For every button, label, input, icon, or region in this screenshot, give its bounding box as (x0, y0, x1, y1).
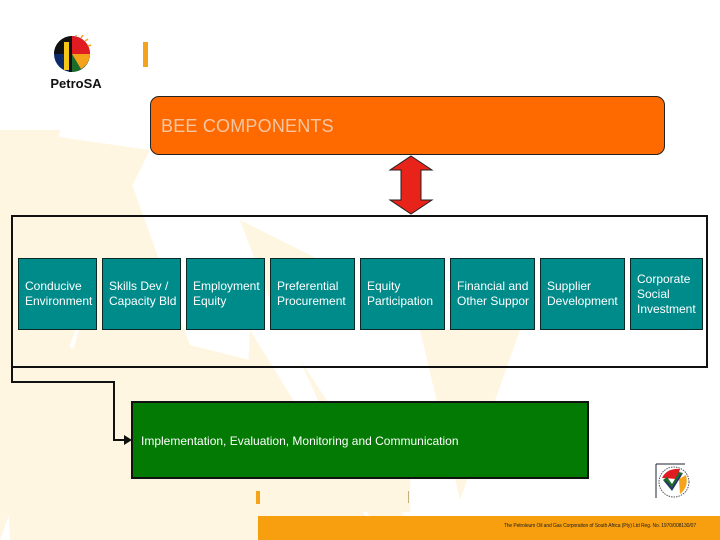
component-label: Supplier (547, 279, 592, 293)
title-accent-bar (143, 42, 148, 67)
component-label: Corporate (637, 271, 691, 286)
component-label: Environment (25, 294, 93, 308)
component-label: Capacity Bld (109, 294, 177, 308)
component-label: Other Suppor (457, 294, 530, 308)
component-label: Social (637, 286, 670, 301)
footer-bar: The Petroleum Oil and Gas Corporation of… (258, 516, 720, 540)
component-label: Equity (367, 279, 401, 293)
component-tile[interactable]: Corporate Social Investment (630, 258, 703, 330)
component-tile[interactable]: Financial and Other Suppor (450, 258, 535, 330)
component-label: Preferential (277, 279, 339, 293)
component-tile[interactable]: Preferential Procurement (270, 258, 355, 330)
component-label: Equity (193, 294, 227, 308)
connector-line (11, 368, 13, 382)
connector-line (113, 381, 115, 441)
component-label: Procurement (277, 294, 346, 308)
component-tile[interactable]: Employment Equity (186, 258, 265, 330)
component-tile[interactable]: Skills Dev / Capacity Bld (102, 258, 181, 330)
petrosa-logo-icon (54, 32, 92, 72)
implementation-label: Implementation, Evaluation, Monitoring a… (141, 434, 459, 448)
component-label: Employment (193, 279, 260, 293)
implementation-box[interactable]: Implementation, Evaluation, Monitoring a… (131, 401, 589, 479)
component-tile[interactable]: Supplier Development (540, 258, 625, 330)
footer-text: The Petroleum Oil and Gas Corporation of… (503, 523, 696, 529)
double-arrow-icon (388, 155, 434, 215)
company-name: PetroSA (50, 76, 102, 91)
component-label: Skills Dev / (109, 279, 169, 293)
component-label: Financial and (457, 279, 529, 293)
component-label: Participation (367, 294, 434, 308)
bee-components-box[interactable]: BEE COMPONENTS (150, 96, 665, 155)
petrosa-logo: PetroSA (50, 32, 102, 95)
component-tile[interactable]: Equity Participation (360, 258, 445, 330)
footer-accent-bar (408, 491, 409, 503)
component-label: Investment (637, 301, 696, 316)
component-label: Conducive (25, 279, 82, 293)
connector-line (11, 381, 115, 383)
component-tile[interactable]: Conducive Environment (18, 258, 97, 330)
bee-certification-badge-icon (655, 463, 691, 499)
component-label: Development (547, 294, 618, 308)
footer-accent-bar (256, 491, 260, 504)
bee-components-title: BEE COMPONENTS (161, 116, 334, 136)
